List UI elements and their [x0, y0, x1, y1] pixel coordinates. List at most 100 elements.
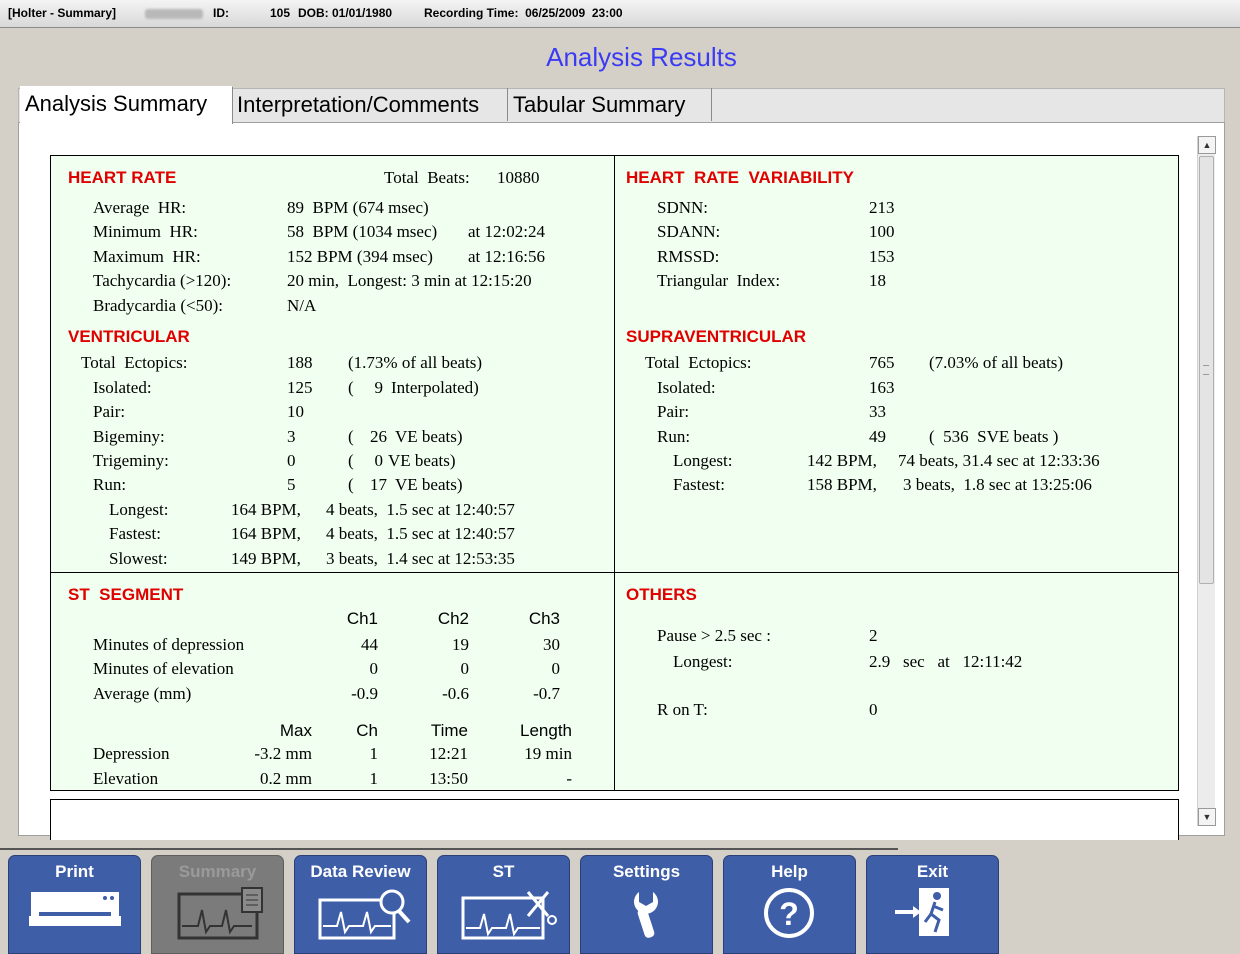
grid-vertical-divider	[614, 155, 615, 790]
sve-run-detail: 3 beats, 1.8 sec at 13:25:06	[903, 475, 1092, 494]
sve-run-label: Fastest:	[673, 475, 725, 494]
sve-row-label: Run:	[657, 427, 691, 446]
ve-row-note: VE beats)	[395, 427, 463, 446]
hr-row-value: 152 BPM (394 msec)	[287, 247, 433, 266]
hrv-row-label: SDNN:	[657, 198, 709, 217]
r-on-t-label: R on T:	[657, 700, 708, 719]
hr-row-time: at 12:02:24	[468, 222, 545, 241]
tab-interpretation-comments[interactable]: Interpretation/Comments	[233, 88, 508, 121]
ve-run-label: Longest:	[109, 500, 169, 519]
hrv-row-value: 18	[869, 271, 886, 290]
data-review-button-label: Data Review	[310, 862, 411, 881]
st-row-value: 30	[543, 635, 560, 654]
summary-ecg-icon	[177, 887, 263, 940]
hrv-header: HEART RATE VARIABILITY	[626, 168, 854, 187]
st-channel-header: Ch1	[346, 609, 378, 628]
ve-row-label: Bigeminy:	[93, 427, 165, 446]
sve-total-value: 765	[869, 353, 895, 372]
ve-run-detail: 3 beats, 1.4 sec at 12:53:35	[326, 549, 515, 568]
pause-value: 2	[869, 626, 878, 645]
total-beats-value: 10880	[497, 168, 540, 187]
ve-run-detail: 4 beats, 1.5 sec at 12:40:57	[326, 524, 515, 543]
hr-row-label: Minimum HR:	[93, 222, 198, 241]
st-ext-ch: 1	[369, 769, 379, 788]
ve-row-value: 3	[287, 427, 296, 446]
hr-row-label: Maximum HR:	[93, 247, 201, 266]
settings-button-label: Settings	[612, 862, 681, 881]
tab-tabular-summary[interactable]: Tabular Summary	[509, 88, 712, 121]
ve-row-paren: (	[348, 427, 354, 446]
st-row-label: Minutes of depression	[93, 635, 245, 654]
window-title-bar: [Holter - Summary] ID: 105 DOB: 01/01/19…	[0, 0, 1240, 28]
st-ext-header: Ch	[356, 721, 378, 740]
hr-row-value: 58 BPM (1034 msec)	[287, 222, 438, 241]
scroll-down-arrow-icon[interactable]: ▼	[1198, 808, 1216, 826]
st-row-label: Average (mm)	[93, 684, 192, 703]
supraventricular-header: SUPRAVENTRICULAR	[626, 327, 807, 346]
heart-rate-header: HEART RATE	[68, 168, 177, 187]
ve-row-value: 125	[287, 378, 313, 397]
data-review-button[interactable]: Data Review	[294, 855, 427, 954]
ve-total-value: 188	[287, 353, 313, 372]
ecg-scissors-icon	[461, 891, 557, 940]
hrv-row-label: SDANN:	[657, 222, 721, 241]
st-ext-time: 12:21	[429, 744, 468, 763]
patient-name-redacted	[145, 9, 203, 19]
ve-row-value: 5	[287, 475, 296, 494]
ventricular-header: VENTRICULAR	[68, 327, 190, 346]
sve-row-label: Isolated:	[657, 378, 716, 397]
recording-time: Recording Time: 06/25/2009 23:00	[424, 6, 623, 20]
st-ext-length: 19 min	[524, 744, 572, 763]
ve-row-paren: (	[348, 378, 354, 397]
sve-run-bpm: 158 BPM,	[807, 475, 877, 494]
hr-row-value: N/A	[287, 296, 317, 315]
st-row-value: -0.7	[533, 684, 560, 703]
help-button-label: Help	[771, 862, 808, 881]
patient-id-label: ID:	[213, 6, 229, 20]
ve-row-count: 26	[370, 427, 387, 446]
hr-row-value: 20 min, Longest: 3 min at 12:15:20	[287, 271, 532, 290]
sve-row-value: 163	[869, 378, 895, 397]
st-ext-header: Length	[520, 721, 572, 740]
st-ext-label: Depression	[93, 744, 170, 763]
hrv-row-label: RMSSD:	[657, 247, 720, 266]
ecg-magnifier-icon	[318, 889, 411, 940]
pause-longest-label: Longest:	[673, 652, 733, 671]
st-segment-header: ST SEGMENT	[68, 585, 184, 604]
st-row-value: 19	[452, 635, 469, 654]
exit-button[interactable]: Exit	[866, 855, 999, 954]
st-row-value: 0	[460, 659, 470, 678]
ve-row-count: 17	[370, 475, 387, 494]
hr-row-value: 89 BPM (674 msec)	[287, 198, 429, 217]
st-row-value: 0	[369, 659, 379, 678]
tab-analysis-summary[interactable]: Analysis Summary	[20, 86, 233, 124]
pause-label: Pause > 2.5 sec :	[657, 626, 771, 645]
sve-total-percent: (7.03% of all beats)	[929, 353, 1064, 372]
hr-row-label: Average HR:	[93, 198, 187, 217]
help-button[interactable]: Help ?	[723, 855, 856, 954]
sve-run-detail: 74 beats, 31.4 sec at 12:33:36	[898, 451, 1100, 470]
st-ext-length: -	[566, 769, 572, 788]
sve-row-label: Pair:	[657, 402, 690, 421]
st-ext-header: Time	[430, 721, 468, 740]
ve-row-value: 10	[287, 402, 304, 421]
settings-button[interactable]: Settings	[580, 855, 713, 954]
st-ext-header: Max	[279, 721, 312, 740]
grid-horizontal-divider	[50, 572, 1178, 573]
st-channel-header: Ch3	[528, 609, 560, 628]
ve-row-paren: (	[348, 475, 354, 494]
scroll-up-arrow-icon[interactable]: ▲	[1198, 136, 1216, 154]
wrench-icon	[634, 892, 658, 938]
print-button[interactable]: Print	[8, 855, 141, 954]
summary-button[interactable]: Summary	[151, 855, 284, 954]
r-on-t-value: 0	[869, 700, 878, 719]
st-button[interactable]: ST	[437, 855, 570, 954]
ve-run-label: Fastest:	[109, 524, 161, 543]
ve-total-percent: (1.73% of all beats)	[348, 353, 483, 372]
ve-run-bpm: 149 BPM,	[231, 549, 301, 568]
summary-button-label: Summary	[178, 862, 257, 881]
exit-button-label: Exit	[916, 862, 949, 881]
ve-run-bpm: 164 BPM,	[231, 524, 301, 543]
st-row-value: 0	[551, 659, 561, 678]
st-row-label: Minutes of elevation	[93, 659, 234, 678]
